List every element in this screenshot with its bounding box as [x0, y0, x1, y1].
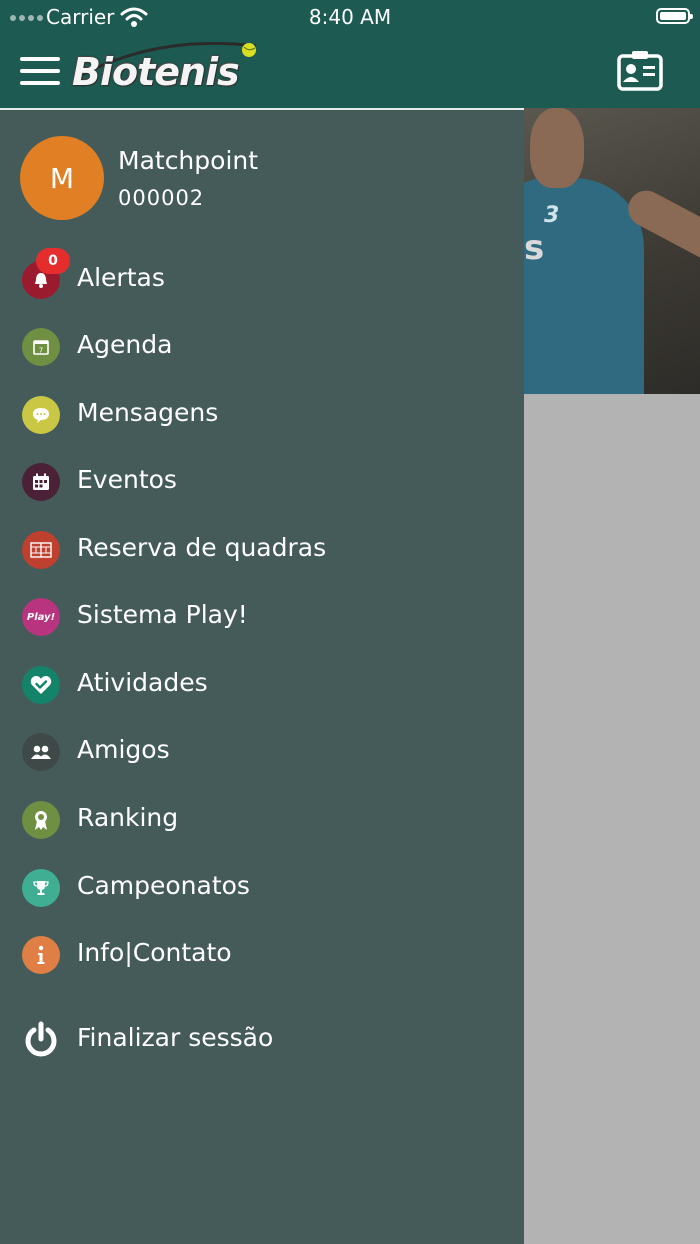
menu-item-label: Campeonatos — [77, 871, 250, 900]
menu-item-label: Sistema Play! — [77, 600, 248, 629]
menu-item-label: Eventos — [77, 465, 177, 494]
menu-item-eventos[interactable]: Eventos — [0, 452, 524, 512]
menu-item-label: Mensagens — [77, 398, 219, 427]
menu-item-label: Atividades — [77, 668, 208, 697]
menu-item-info-contato[interactable]: Info|Contato — [0, 925, 524, 985]
court-icon — [22, 531, 60, 569]
logout-label: Finalizar sessão — [77, 1023, 274, 1052]
status-time: 8:40 AM — [308, 5, 392, 29]
event-calendar-icon — [22, 463, 60, 501]
user-id: 000002 — [118, 186, 205, 210]
avatar: M — [20, 136, 104, 220]
status-bar: Carrier 8:40 AM — [0, 0, 700, 34]
side-drawer: M Matchpoint 000002 0 Alertas 7 Agenda M… — [0, 108, 524, 1244]
calendar-icon: 7 — [22, 328, 60, 366]
menu-item-label: Reserva de quadras — [77, 533, 327, 562]
menu-item-label: Ranking — [77, 803, 179, 832]
play-icon: Play! — [22, 598, 60, 636]
menu-item-ranking[interactable]: Ranking — [0, 790, 524, 850]
menu-item-label: Agenda — [77, 330, 173, 359]
heart-check-icon — [22, 666, 60, 704]
menu-item-mensagens[interactable]: Mensagens — [0, 385, 524, 445]
contact-card-icon[interactable] — [616, 50, 664, 92]
power-icon — [22, 1021, 60, 1059]
app-header: Carrier 8:40 AM Biotenis — [0, 0, 700, 108]
info-icon — [22, 936, 60, 974]
battery-icon — [656, 8, 693, 24]
chat-bubble-icon — [22, 396, 60, 434]
user-name: Matchpoint — [118, 146, 259, 175]
menu-item-agenda[interactable]: 7 Agenda — [0, 317, 524, 377]
menu-item-amigos[interactable]: Amigos — [0, 722, 524, 782]
menu-item-reserva-de-quadras[interactable]: Reserva de quadras — [0, 520, 524, 580]
friends-icon — [22, 733, 60, 771]
logout-button[interactable]: Finalizar sessão — [0, 1010, 524, 1070]
alerts-count-badge: 0 — [36, 248, 70, 274]
menu-toggle-button[interactable] — [20, 57, 60, 89]
user-profile[interactable]: M Matchpoint 000002 — [20, 136, 500, 222]
menu-item-campeonatos[interactable]: Campeonatos — [0, 858, 524, 918]
menu-item-alertas[interactable]: 0 Alertas — [0, 248, 524, 310]
svg-text:7: 7 — [39, 347, 43, 355]
ribbon-icon — [22, 801, 60, 839]
trophy-icon — [22, 869, 60, 907]
menu-item-label: Amigos — [77, 735, 170, 764]
menu-item-label: Alertas — [77, 263, 165, 292]
hero-image: 3 s — [524, 108, 700, 394]
menu-item-atividades[interactable]: Atividades — [0, 655, 524, 715]
brand-logo[interactable]: Biotenis — [72, 50, 240, 94]
menu-item-sistema-play[interactable]: Play! Sistema Play! — [0, 587, 524, 647]
menu-item-label: Info|Contato — [77, 938, 232, 967]
